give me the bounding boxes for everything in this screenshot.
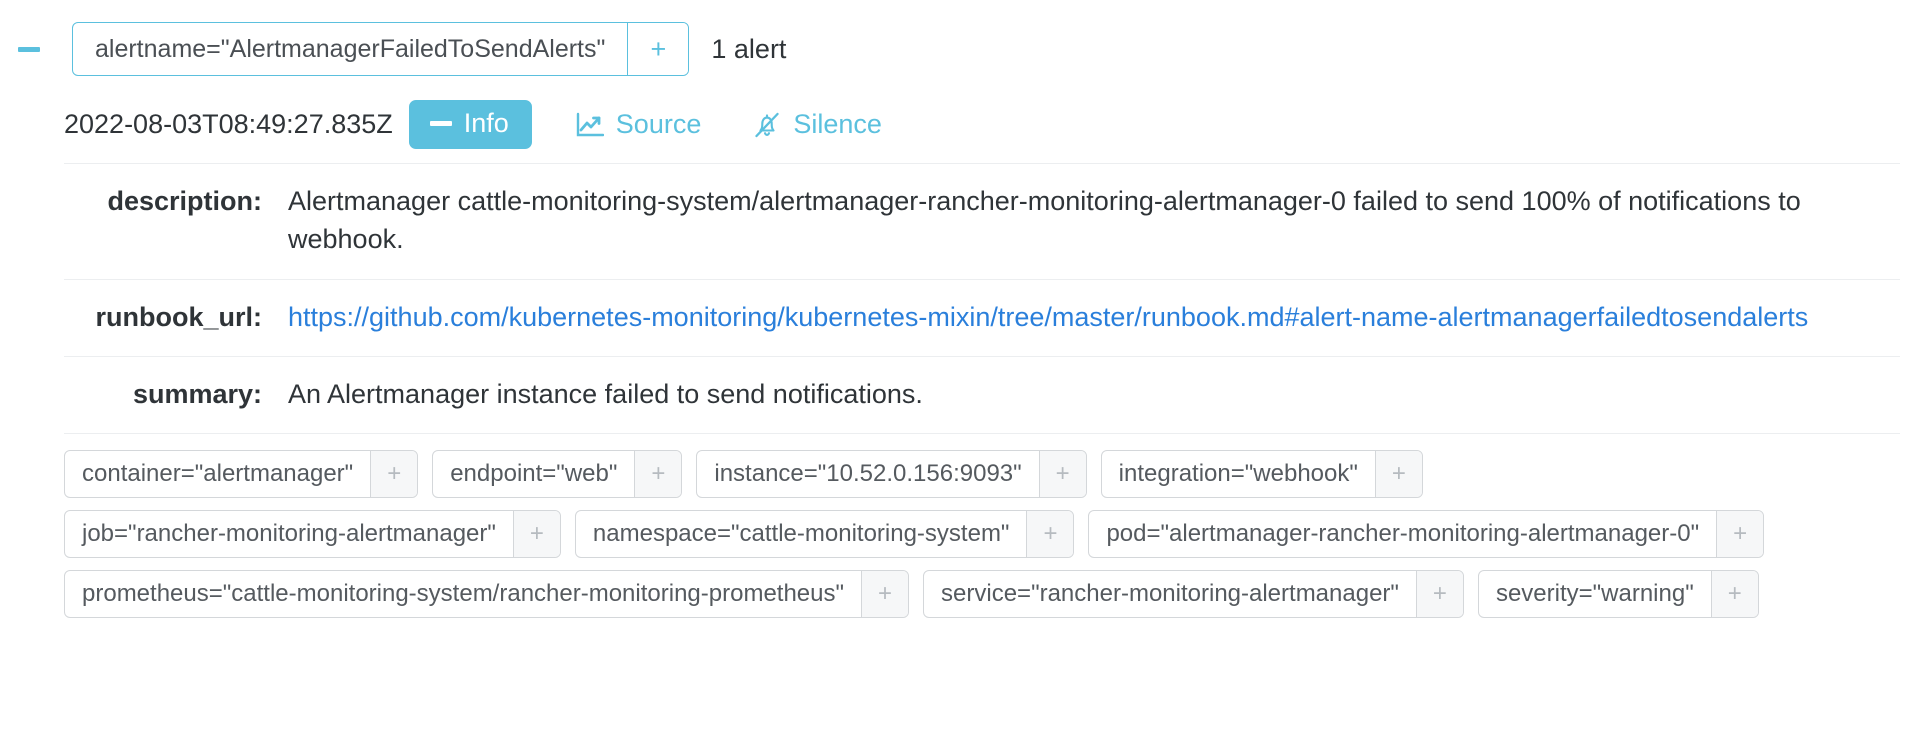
annotation-key: summary:: [64, 375, 288, 413]
alert-group-header: alertname="AlertmanagerFailedToSendAlert…: [0, 0, 1914, 76]
alert-count-label: 1 alert: [711, 34, 786, 65]
group-matcher-label: alertname="AlertmanagerFailedToSendAlert…: [73, 23, 627, 75]
label-chip-add-button[interactable]: +: [634, 451, 681, 497]
annotation-key: runbook_url:: [64, 298, 288, 336]
annotation-row: description: Alertmanager cattle-monitor…: [64, 164, 1900, 280]
label-chip[interactable]: job="rancher-monitoring-alertmanager" +: [64, 510, 561, 558]
annotation-row: runbook_url: https://github.com/kubernet…: [64, 280, 1900, 357]
info-button-label: Info: [464, 110, 509, 137]
label-chip-add-button[interactable]: +: [1039, 451, 1086, 497]
label-chip-add-button[interactable]: +: [1026, 511, 1073, 557]
info-toggle-button[interactable]: Info: [409, 100, 532, 149]
annotations-table: description: Alertmanager cattle-monitor…: [64, 163, 1900, 434]
annotation-value: Alertmanager cattle-monitoring-system/al…: [288, 182, 1900, 259]
label-chip[interactable]: integration="webhook" +: [1101, 450, 1423, 498]
source-link-button[interactable]: Source: [568, 102, 710, 147]
group-matcher-add-button[interactable]: +: [627, 23, 688, 75]
label-chip-text: service="rancher-monitoring-alertmanager…: [924, 571, 1416, 617]
label-chip-add-button[interactable]: +: [370, 451, 417, 497]
alert-timestamp: 2022-08-03T08:49:27.835Z: [64, 109, 393, 140]
label-chip-text: integration="webhook": [1102, 451, 1375, 497]
silence-button[interactable]: Silence: [745, 102, 890, 148]
bell-slash-icon: [753, 111, 781, 139]
label-chip-text: severity="warning": [1479, 571, 1711, 617]
label-chip-add-button[interactable]: +: [1711, 571, 1758, 617]
label-chip-add-button[interactable]: +: [1416, 571, 1463, 617]
alertmanager-alert-detail: alertname="AlertmanagerFailedToSendAlert…: [0, 0, 1914, 734]
source-button-label: Source: [616, 111, 702, 138]
annotation-value: https://github.com/kubernetes-monitoring…: [288, 298, 1900, 336]
label-chip-text: endpoint="web": [433, 451, 634, 497]
label-chip[interactable]: instance="10.52.0.156:9093" +: [696, 450, 1086, 498]
label-chip-text: container="alertmanager": [65, 451, 370, 497]
silence-button-label: Silence: [793, 111, 882, 138]
alert-toolbar: 2022-08-03T08:49:27.835Z Info Source: [64, 100, 1900, 163]
annotation-value: An Alertmanager instance failed to send …: [288, 375, 1900, 413]
label-chip-add-button[interactable]: +: [861, 571, 908, 617]
label-chip[interactable]: container="alertmanager" +: [64, 450, 418, 498]
label-chip[interactable]: prometheus="cattle-monitoring-system/ran…: [64, 570, 909, 618]
label-chip[interactable]: namespace="cattle-monitoring-system" +: [575, 510, 1075, 558]
label-chip[interactable]: endpoint="web" +: [432, 450, 682, 498]
label-chip-list: container="alertmanager" + endpoint="web…: [64, 434, 1864, 618]
label-chip-text: instance="10.52.0.156:9093": [697, 451, 1038, 497]
label-chip-add-button[interactable]: +: [1716, 511, 1763, 557]
alert-item: 2022-08-03T08:49:27.835Z Info Source: [64, 100, 1900, 618]
annotation-row: summary: An Alertmanager instance failed…: [64, 357, 1900, 434]
label-chip-add-button[interactable]: +: [513, 511, 560, 557]
runbook-url-link[interactable]: https://github.com/kubernetes-monitoring…: [288, 302, 1808, 332]
label-chip-text: prometheus="cattle-monitoring-system/ran…: [65, 571, 861, 617]
label-chip[interactable]: service="rancher-monitoring-alertmanager…: [923, 570, 1464, 618]
minus-icon: [18, 47, 40, 52]
annotation-key: description:: [64, 182, 288, 220]
group-matcher-chip[interactable]: alertname="AlertmanagerFailedToSendAlert…: [72, 22, 689, 76]
label-chip-add-button[interactable]: +: [1375, 451, 1422, 497]
label-chip[interactable]: pod="alertmanager-rancher-monitoring-ale…: [1088, 510, 1764, 558]
minus-icon: [430, 121, 452, 126]
label-chip-text: job="rancher-monitoring-alertmanager": [65, 511, 513, 557]
label-chip-text: pod="alertmanager-rancher-monitoring-ale…: [1089, 511, 1716, 557]
label-chip[interactable]: severity="warning" +: [1478, 570, 1759, 618]
collapse-group-toggle[interactable]: [14, 34, 44, 64]
chart-line-icon: [576, 112, 604, 138]
label-chip-text: namespace="cattle-monitoring-system": [576, 511, 1027, 557]
